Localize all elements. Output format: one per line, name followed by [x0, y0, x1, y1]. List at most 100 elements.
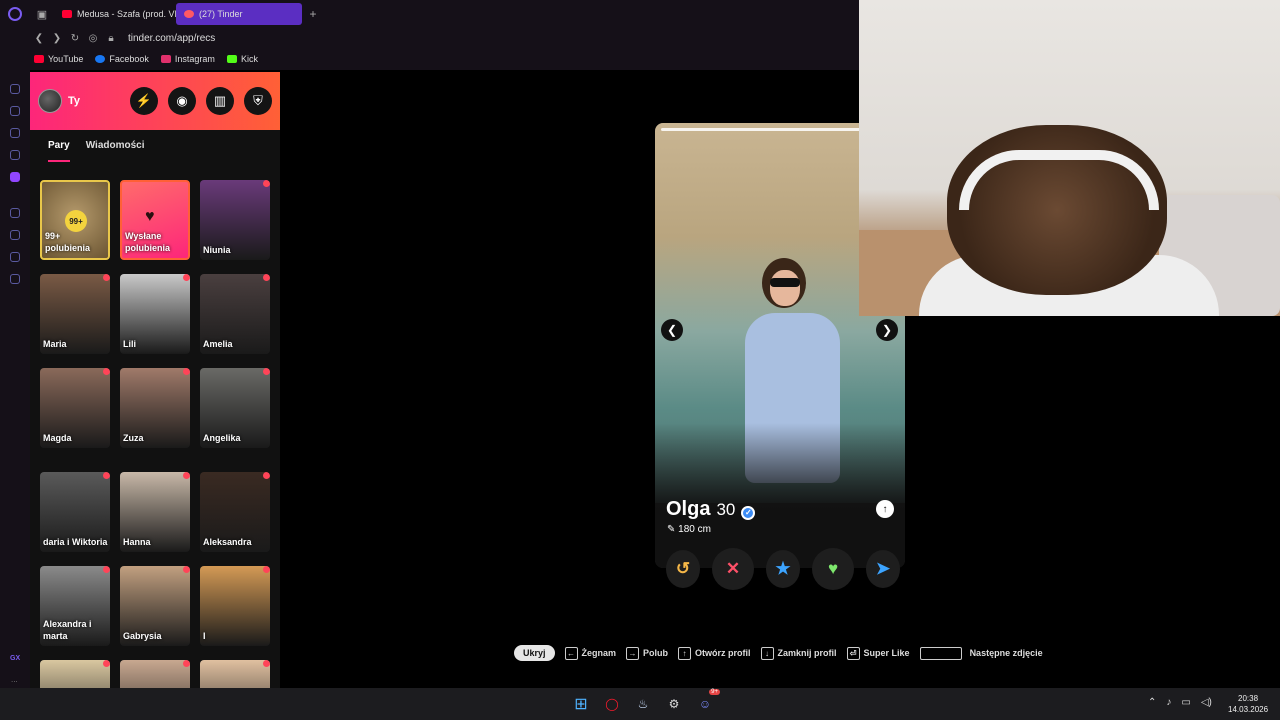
match-name: Gabrysia — [123, 631, 162, 641]
sidebar-player-icon[interactable] — [10, 208, 20, 218]
like-button[interactable]: ♥ — [812, 548, 854, 590]
match-card[interactable]: Aleksandra — [200, 472, 270, 552]
match-card[interactable]: Amelia — [200, 274, 270, 354]
match-card[interactable]: Gabrysia — [120, 566, 190, 646]
sidebar-messenger-icon[interactable] — [10, 128, 20, 138]
sidebar-store-icon[interactable] — [10, 106, 20, 116]
microphone-icon[interactable]: ♪ — [1166, 697, 1171, 708]
new-match-dot — [183, 274, 190, 281]
match-card[interactable]: Zuza — [120, 368, 190, 448]
action-buttons: ↺ ✕ ★ ♥ ➤ — [666, 548, 900, 590]
new-match-dot — [183, 660, 190, 667]
tab-tinder[interactable]: (27) Tinder — [176, 3, 302, 25]
match-card[interactable]: Hanna — [120, 472, 190, 552]
vpn-shield-icon[interactable]: ◎ — [84, 33, 102, 44]
kick-icon — [226, 55, 237, 63]
url-field[interactable]: tinder.com/app/recs — [128, 33, 215, 44]
sidebar-twitch-icon[interactable] — [10, 172, 20, 182]
open-profile-button[interactable]: ↑ — [876, 500, 894, 518]
sidebar-news-icon[interactable] — [10, 150, 20, 160]
youtube-icon — [62, 10, 72, 18]
reload-icon[interactable]: ↻ — [66, 33, 84, 44]
match-name: I — [203, 631, 206, 641]
match-card[interactable]: Magda — [40, 368, 110, 448]
tab-medusa[interactable]: Medusa - Szafa (prod. VB — [54, 3, 176, 25]
boost-icon[interactable]: ⚡ — [130, 87, 158, 115]
steam-icon[interactable]: ♨ — [632, 693, 654, 715]
match-card[interactable]: daria i Wiktoria — [40, 472, 110, 552]
browser-tab-bar: ▣ Medusa - Szafa (prod. VB (27) Tinder + — [0, 0, 860, 28]
sidebar-history-icon[interactable] — [10, 230, 20, 240]
match-card[interactable]: Angelika — [200, 368, 270, 448]
profile-label[interactable]: Ty — [68, 95, 80, 107]
sent-likes-card[interactable]: ♥ Wysłane polubienia — [120, 180, 190, 260]
tab-overview-icon[interactable]: ▣ — [30, 8, 54, 21]
match-card[interactable] — [120, 660, 190, 688]
volume-icon[interactable]: ◁) — [1201, 697, 1212, 708]
boost-button[interactable]: ➤ — [866, 550, 900, 588]
bookmark-kick[interactable]: Kick — [226, 54, 258, 64]
tinder-flame-icon — [184, 10, 194, 18]
instagram-icon — [160, 55, 171, 63]
match-card[interactable] — [40, 660, 110, 688]
explore-icon[interactable]: ◉ — [168, 87, 196, 115]
sidebar-settings-icon[interactable] — [10, 274, 20, 284]
briefcase-icon[interactable]: ▥ — [206, 87, 234, 115]
bookmarks-bar: YouTube Facebook Instagram Kick — [0, 48, 860, 70]
left-arrow-key-icon: ← — [564, 646, 578, 660]
new-match-dot — [103, 566, 110, 573]
nope-button[interactable]: ✕ — [712, 548, 754, 590]
network-icon[interactable]: ▭ — [1181, 697, 1190, 708]
profile-height: ✎ 180 cm — [667, 524, 711, 535]
likes-card[interactable]: 99+ 99+ polubienia — [40, 180, 110, 260]
chevron-up-icon[interactable]: ⌃ — [1148, 697, 1156, 708]
new-tab-button[interactable]: + — [302, 7, 324, 21]
windows-start-icon[interactable]: ⊞ — [570, 693, 592, 715]
previous-photo-button[interactable]: ❮ — [661, 319, 683, 341]
tab-messages[interactable]: Wiadomości — [86, 140, 145, 162]
facebook-icon — [95, 55, 106, 63]
hide-hints-button[interactable]: Ukryj — [514, 645, 555, 661]
match-card[interactable]: Lili — [120, 274, 190, 354]
super-like-button[interactable]: ★ — [766, 550, 800, 588]
sidebar-aria-icon[interactable] — [10, 84, 20, 94]
match-name: Lili — [123, 339, 136, 349]
forward-icon[interactable]: ❯ — [48, 33, 66, 44]
settings-app-icon[interactable]: ⚙ — [663, 693, 685, 715]
discord-icon[interactable]: ☺ 9+ — [694, 689, 720, 715]
clock[interactable]: 20:38 14.03.2026 — [1228, 693, 1268, 715]
back-icon[interactable]: ❮ — [30, 33, 48, 44]
hint-close-profile: ↓ Zamknij profil — [760, 646, 837, 660]
next-photo-button[interactable]: ❯ — [876, 319, 898, 341]
new-match-dot — [183, 368, 190, 375]
avatar[interactable] — [38, 89, 62, 113]
bookmark-instagram[interactable]: Instagram — [160, 54, 215, 64]
sidebar-more-icon[interactable]: ... — [11, 675, 18, 684]
discord-badge: 9+ — [709, 689, 720, 695]
match-card[interactable] — [200, 660, 270, 688]
opera-menu-icon[interactable] — [0, 0, 30, 28]
match-card[interactable]: Niunia — [200, 180, 270, 260]
bookmark-facebook[interactable]: Facebook — [95, 54, 149, 64]
bookmark-youtube[interactable]: YouTube — [34, 54, 83, 64]
up-arrow-key-icon: ↑ — [678, 646, 692, 660]
tab-matches[interactable]: Pary — [48, 140, 70, 162]
match-card[interactable]: I — [200, 566, 270, 646]
windows-taskbar: ⊞ ◯ ♨ ⚙ ☺ 9+ ⌃ ♪ ▭ ◁) 20:38 14.03.2026 — [0, 688, 1280, 720]
right-arrow-key-icon: → — [626, 646, 640, 660]
rewind-button[interactable]: ↺ — [666, 550, 700, 588]
profile-age: 30 — [716, 500, 736, 519]
opera-gx-icon[interactable]: ◯ — [601, 693, 623, 715]
verified-badge-icon: ✓ — [741, 505, 756, 520]
match-card[interactable]: Maria — [40, 274, 110, 354]
sidebar-extensions-icon[interactable] — [10, 252, 20, 262]
new-match-dot — [263, 180, 270, 187]
sent-likes-label: Wysłane polubienia — [125, 231, 170, 253]
match-card[interactable]: Alexandra i marta — [40, 566, 110, 646]
new-match-dot — [263, 274, 270, 281]
match-name: Niunia — [203, 245, 231, 255]
hint-open-profile: ↑ Otwórz profil — [678, 646, 751, 660]
headset — [959, 150, 1159, 210]
likes-count-badge: 99+ — [65, 210, 87, 232]
safety-shield-icon[interactable]: ⛨ — [244, 87, 272, 115]
